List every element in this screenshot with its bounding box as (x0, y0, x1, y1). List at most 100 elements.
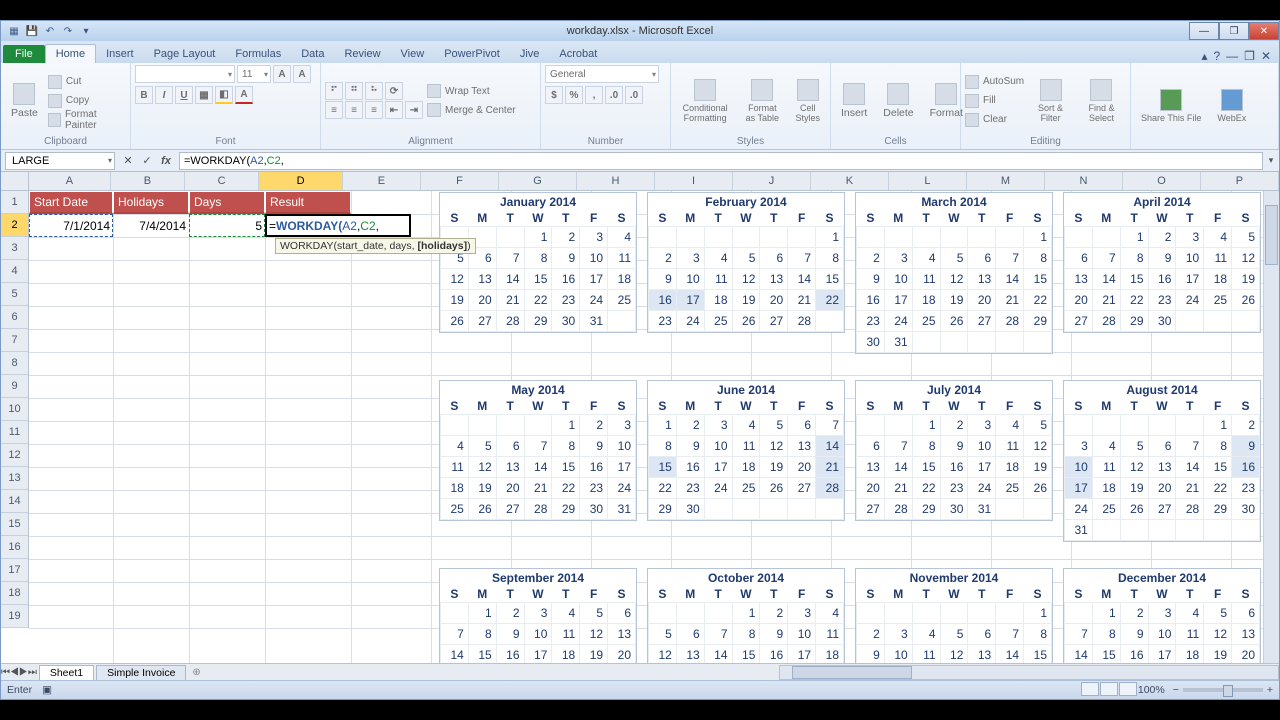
percent-icon[interactable]: % (565, 86, 583, 104)
header-cell-start-date[interactable]: Start Date (29, 191, 113, 214)
number-format-combo[interactable]: General (545, 65, 659, 83)
italic-button[interactable]: I (155, 86, 173, 104)
header-cell-result[interactable]: Result (265, 191, 351, 214)
row-header-9[interactable]: 9 (1, 375, 28, 398)
col-header-M[interactable]: M (967, 172, 1045, 190)
close-button[interactable]: ✕ (1249, 22, 1279, 40)
autosum-button[interactable]: AutoSum (965, 73, 1024, 91)
wrap-text-button[interactable]: Wrap Text (427, 82, 516, 100)
fill-color-button[interactable]: ◧ (215, 86, 233, 104)
merge-center-button[interactable]: Merge & Center (427, 101, 516, 119)
cell-C2[interactable]: 5 (189, 214, 265, 237)
redo-icon[interactable]: ↷ (61, 24, 75, 38)
dec-decimal-icon[interactable]: .0 (625, 86, 643, 104)
zoom-slider[interactable] (1183, 688, 1263, 692)
currency-icon[interactable]: $ (545, 86, 563, 104)
row-header-7[interactable]: 7 (1, 329, 28, 352)
underline-button[interactable]: U (175, 86, 193, 104)
sort-filter-button[interactable]: Sort & Filter (1028, 77, 1073, 125)
ribbon-tab-home[interactable]: Home (45, 44, 96, 63)
col-header-H[interactable]: H (577, 172, 655, 190)
cancel-edit-icon[interactable]: ✕ (119, 152, 137, 170)
grow-font-icon[interactable]: A (273, 65, 291, 83)
view-buttons[interactable] (1081, 682, 1138, 699)
new-sheet-icon[interactable]: ⊕ (186, 667, 206, 678)
format-as-table-button[interactable]: Format as Table (739, 77, 785, 125)
row-header-17[interactable]: 17 (1, 559, 28, 582)
select-all-corner[interactable] (1, 172, 29, 191)
find-select-button[interactable]: Find & Select (1077, 77, 1126, 125)
font-size-combo[interactable]: 11 (237, 65, 271, 83)
sheet-tab-simple-invoice[interactable]: Simple Invoice (96, 665, 186, 680)
clear-button[interactable]: Clear (965, 111, 1024, 129)
align-top-icon[interactable]: ⠋ (325, 82, 343, 100)
maximize-button[interactable]: ❐ (1219, 22, 1249, 40)
customize-qat-icon[interactable]: ▾ (79, 24, 93, 38)
col-header-E[interactable]: E (343, 172, 421, 190)
sheet-tab-sheet1[interactable]: Sheet1 (39, 665, 94, 680)
col-header-C[interactable]: C (185, 172, 259, 190)
row-header-1[interactable]: 1 (1, 191, 28, 214)
copy-button[interactable]: Copy (48, 92, 126, 110)
ribbon-ctrl-4[interactable]: ✕ (1261, 49, 1271, 63)
cut-button[interactable]: Cut (48, 73, 126, 91)
file-tab[interactable]: File (3, 45, 45, 63)
orientation-icon[interactable]: ⟳ (385, 82, 403, 100)
col-header-P[interactable]: P (1201, 172, 1279, 190)
row-header-2[interactable]: 2 (1, 214, 28, 237)
row-header-3[interactable]: 3 (1, 237, 28, 260)
ribbon-ctrl-2[interactable]: — (1226, 49, 1238, 63)
column-headers[interactable]: ABCDEFGHIJKLMNOP (29, 172, 1279, 191)
col-header-L[interactable]: L (889, 172, 967, 190)
row-header-5[interactable]: 5 (1, 283, 28, 306)
col-header-J[interactable]: J (733, 172, 811, 190)
enter-edit-icon[interactable]: ✓ (138, 152, 156, 170)
col-header-N[interactable]: N (1045, 172, 1123, 190)
font-color-button[interactable]: A (235, 86, 253, 104)
name-box[interactable]: LARGE (5, 152, 115, 170)
col-header-I[interactable]: I (655, 172, 733, 190)
ribbon-tab-jive[interactable]: Jive (510, 45, 550, 63)
dec-indent-icon[interactable]: ⇤ (385, 101, 403, 119)
ribbon-tab-insert[interactable]: Insert (96, 45, 144, 63)
share-file-button[interactable]: Share This File (1135, 87, 1207, 125)
ribbon-ctrl-3[interactable]: ❐ (1244, 49, 1255, 63)
ribbon-tab-page-layout[interactable]: Page Layout (144, 45, 226, 63)
undo-icon[interactable]: ↶ (43, 24, 57, 38)
row-header-11[interactable]: 11 (1, 421, 28, 444)
row-header-4[interactable]: 4 (1, 260, 28, 283)
paste-button[interactable]: Paste (5, 81, 44, 121)
comma-icon[interactable]: , (585, 86, 603, 104)
align-right-icon[interactable]: ≡ (365, 101, 383, 119)
ribbon-tab-review[interactable]: Review (334, 45, 390, 63)
header-cell-days[interactable]: Days (189, 191, 265, 214)
font-family-combo[interactable] (135, 65, 235, 83)
ribbon-ctrl-0[interactable]: ▴ (1201, 49, 1207, 63)
ribbon-tab-powerpivot[interactable]: PowerPivot (434, 45, 510, 63)
ribbon-tab-view[interactable]: View (391, 45, 435, 63)
horizontal-scrollbar[interactable] (779, 665, 1279, 680)
editing-cell-d2[interactable]: =WORKDAY(A2,C2, (265, 214, 411, 237)
row-header-12[interactable]: 12 (1, 444, 28, 467)
save-icon[interactable]: 💾 (25, 24, 39, 38)
delete-cells-button[interactable]: Delete (877, 81, 919, 121)
ribbon-tab-data[interactable]: Data (291, 45, 334, 63)
col-header-G[interactable]: G (499, 172, 577, 190)
row-header-13[interactable]: 13 (1, 467, 28, 490)
col-header-K[interactable]: K (811, 172, 889, 190)
vertical-scrollbar[interactable] (1263, 191, 1279, 663)
insert-cells-button[interactable]: Insert (835, 81, 873, 121)
cell-A2[interactable]: 7/1/2014 (29, 214, 113, 237)
fx-icon[interactable]: fx (157, 152, 175, 170)
row-headers[interactable]: 12345678910111213141516171819 (1, 191, 29, 628)
cell-styles-button[interactable]: Cell Styles (790, 77, 827, 125)
cells-area[interactable]: Start DateHolidaysDaysResult7/1/20147/4/… (29, 191, 1279, 663)
formula-bar[interactable]: =WORKDAY(A2,C2, (179, 152, 1263, 170)
webex-button[interactable]: WebEx (1211, 87, 1252, 125)
row-header-14[interactable]: 14 (1, 490, 28, 513)
inc-indent-icon[interactable]: ⇥ (405, 101, 423, 119)
row-header-10[interactable]: 10 (1, 398, 28, 421)
col-header-O[interactable]: O (1123, 172, 1201, 190)
row-header-8[interactable]: 8 (1, 352, 28, 375)
align-center-icon[interactable]: ≡ (345, 101, 363, 119)
